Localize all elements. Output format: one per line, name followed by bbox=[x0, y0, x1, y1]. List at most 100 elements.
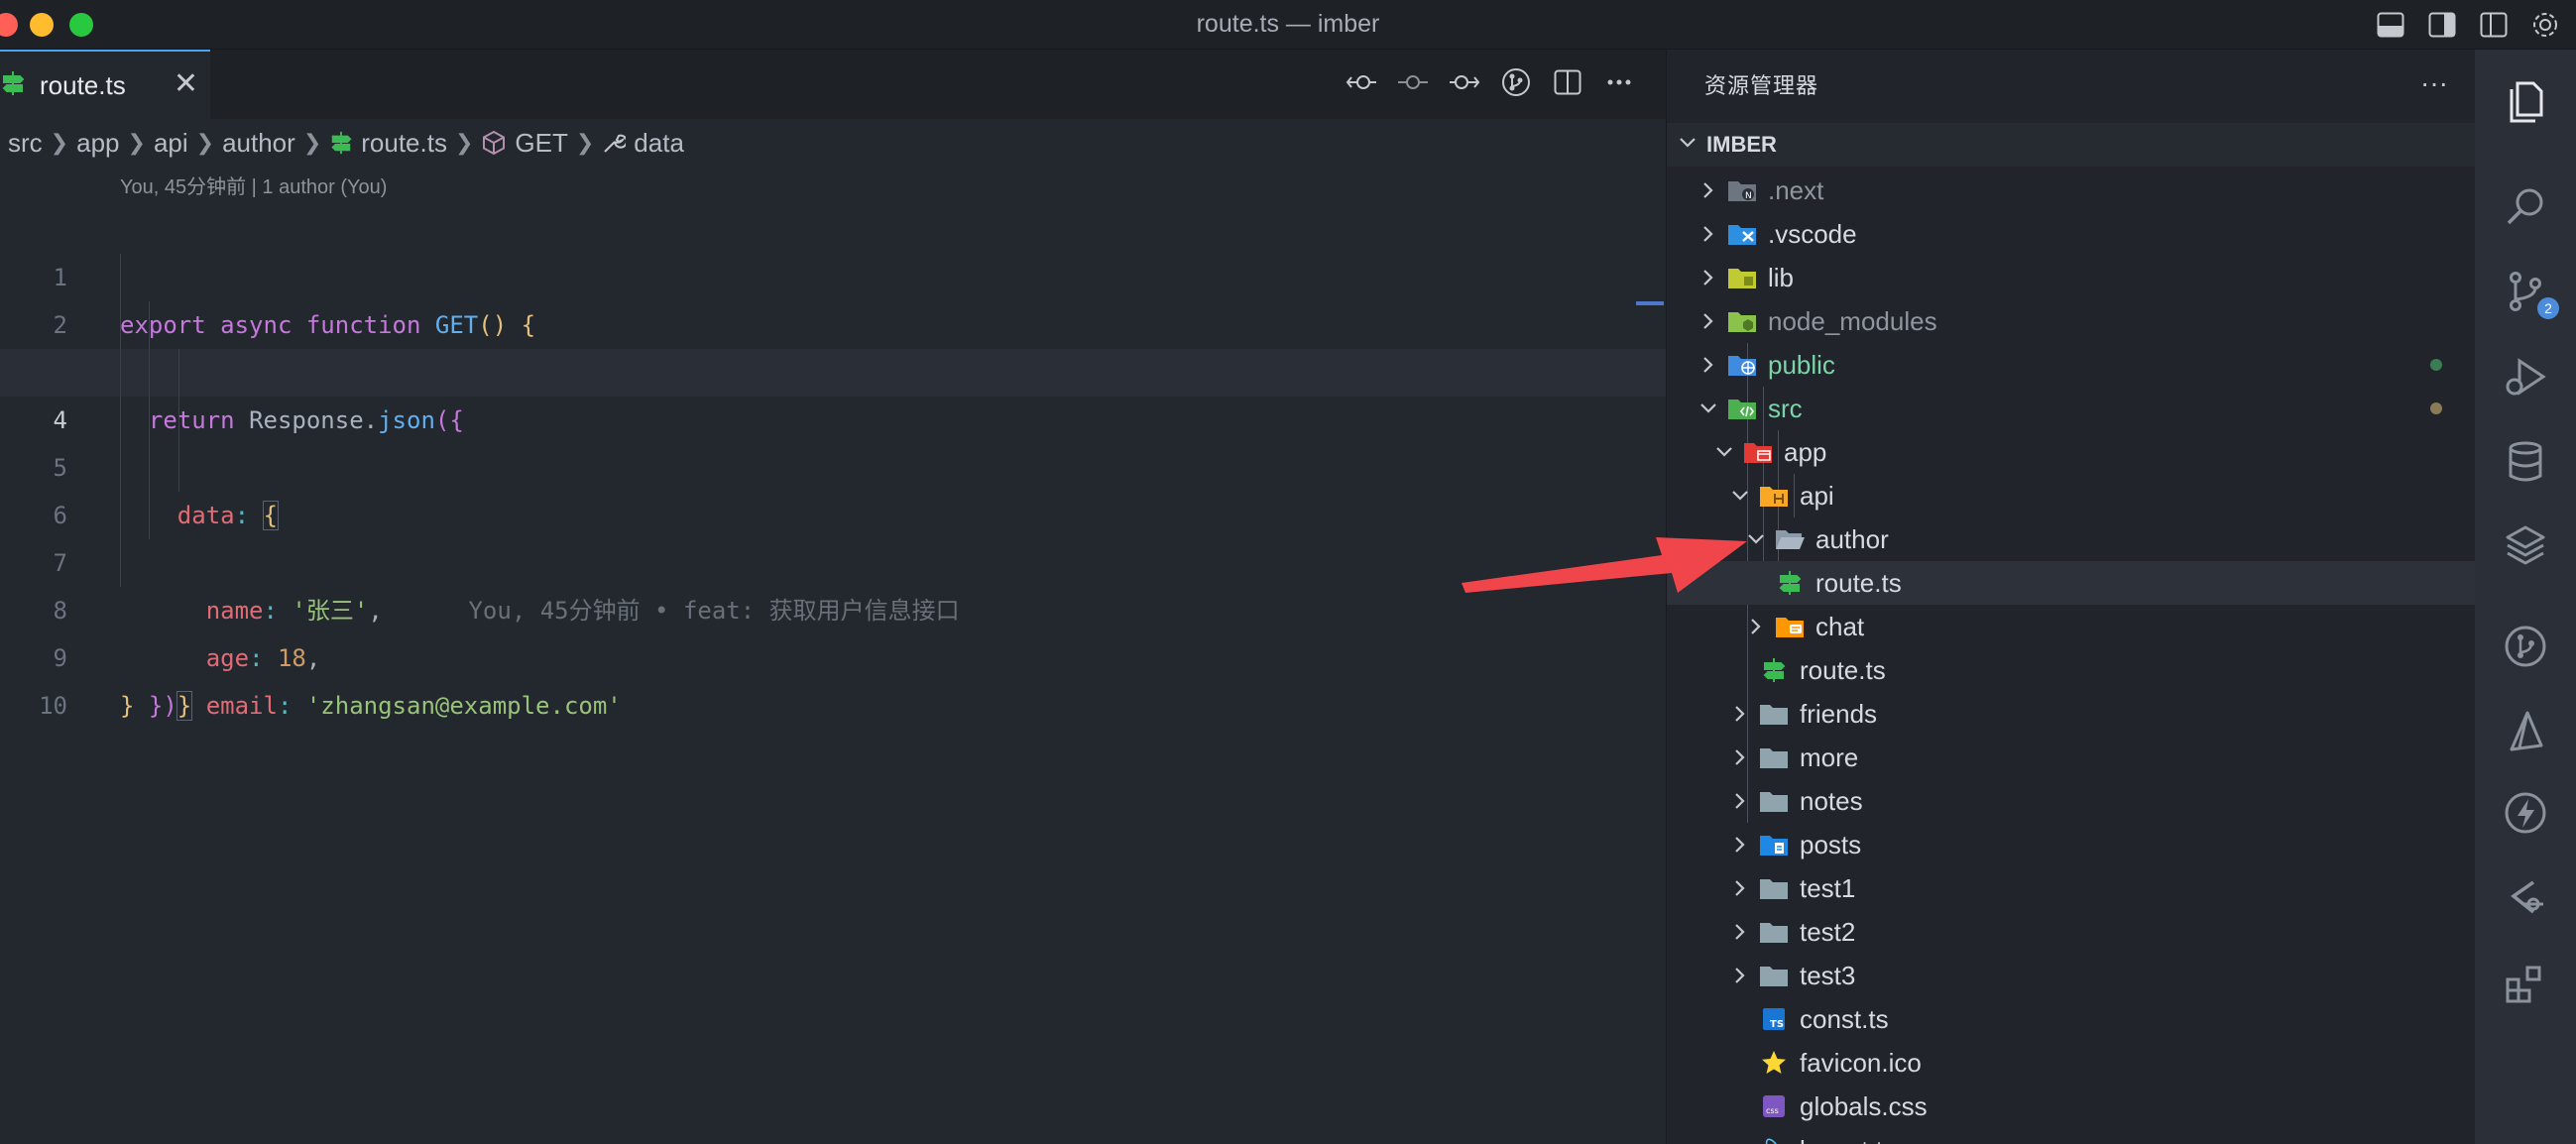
breadcrumb-app[interactable]: app bbox=[76, 128, 119, 159]
tree-item-app[interactable]: app bbox=[1667, 430, 2476, 474]
indent-guide bbox=[178, 444, 179, 492]
tree-item-const-ts[interactable]: TS const.ts bbox=[1667, 997, 2476, 1041]
code-token: } bbox=[120, 692, 135, 720]
tree-item-label: public bbox=[1768, 349, 1835, 380]
search-icon[interactable] bbox=[2498, 178, 2553, 234]
tree-item-chat[interactable]: chat bbox=[1667, 605, 2476, 648]
source-control-badge: 2 bbox=[2537, 297, 2559, 319]
tree-item-test3[interactable]: test3 bbox=[1667, 954, 2476, 997]
indent-guide bbox=[120, 301, 121, 349]
minimap-cursor-marker bbox=[1636, 301, 1664, 305]
tree-item-label: globals.css bbox=[1800, 1090, 1928, 1121]
chevron-right-icon bbox=[1695, 312, 1722, 330]
next-folder-icon: N bbox=[1726, 174, 1758, 206]
workspace-section-header[interactable]: IMBER bbox=[1667, 123, 2476, 167]
timeline-icon[interactable] bbox=[1396, 65, 1430, 99]
breadcrumb-api[interactable]: api bbox=[154, 128, 188, 159]
folder-icon bbox=[1758, 785, 1790, 817]
indent-guide bbox=[120, 444, 121, 492]
annotation-arrow bbox=[1462, 537, 1747, 593]
code-line: 3 data: { bbox=[0, 301, 1666, 530]
tree-item-posts[interactable]: posts bbox=[1667, 823, 2476, 866]
split-editor-icon[interactable] bbox=[1551, 65, 1584, 99]
code-token: 'zhangsan@example.com' bbox=[305, 692, 622, 720]
code-token: }) bbox=[148, 692, 177, 720]
ts-file-icon: TS bbox=[1758, 1003, 1790, 1035]
folder-icon bbox=[1758, 872, 1790, 904]
chevron-right-icon bbox=[1726, 748, 1754, 766]
lightning-icon[interactable] bbox=[2498, 785, 2553, 841]
tree-item-label: route.ts bbox=[1800, 654, 1886, 685]
breadcrumb-src[interactable]: src bbox=[8, 128, 43, 159]
chevron-right-icon bbox=[1726, 923, 1754, 941]
settings-gear-icon[interactable] bbox=[2528, 8, 2562, 42]
tree-item-test2[interactable]: test2 bbox=[1667, 910, 2476, 954]
chevron-down-icon bbox=[1710, 446, 1738, 458]
close-tab-icon[interactable]: ✕ bbox=[174, 69, 198, 99]
route-file-icon bbox=[0, 69, 26, 102]
extensions-icon[interactable] bbox=[2498, 956, 2553, 1011]
tree-item-node-modules[interactable]: node_modules bbox=[1667, 299, 2476, 343]
breadcrumb-symbol-get[interactable]: GET bbox=[481, 128, 568, 159]
breadcrumb-symbol-data-label: data bbox=[634, 127, 684, 158]
go-forward-change-icon[interactable] bbox=[1448, 65, 1481, 99]
tree-item-favicon[interactable]: favicon.ico bbox=[1667, 1041, 2476, 1085]
tree-item-friends[interactable]: friends bbox=[1667, 692, 2476, 736]
svg-text:N: N bbox=[1745, 191, 1752, 201]
run-debug-icon[interactable] bbox=[2498, 349, 2553, 404]
chevron-right-icon bbox=[1695, 225, 1722, 243]
tree-item-author[interactable]: author bbox=[1667, 517, 2476, 561]
source-control-icon[interactable]: 2 bbox=[2498, 264, 2559, 319]
folder-icon bbox=[1758, 960, 1790, 991]
prisma-icon[interactable] bbox=[2498, 704, 2553, 759]
tree-item-vscode[interactable]: .vscode bbox=[1667, 212, 2476, 256]
git-status-dot bbox=[2430, 359, 2442, 371]
tree-item-next[interactable]: N .next bbox=[1667, 169, 2476, 212]
explorer-more-button[interactable]: ··· bbox=[2420, 67, 2448, 99]
tree-item-route-ts-selected[interactable]: route.ts bbox=[1667, 561, 2476, 605]
indent-guide bbox=[178, 397, 179, 444]
code-line: 8 }) bbox=[0, 539, 1666, 720]
tree-item-notes[interactable]: notes bbox=[1667, 779, 2476, 823]
tree-item-label: route.ts bbox=[1815, 567, 1902, 598]
database-icon[interactable] bbox=[2498, 434, 2553, 490]
indent-guide bbox=[149, 301, 150, 349]
git-graph-icon[interactable] bbox=[2498, 619, 2553, 674]
tree-item-route-ts[interactable]: route.ts bbox=[1667, 648, 2476, 692]
tree-item-api[interactable]: api bbox=[1667, 474, 2476, 517]
tree-item-public[interactable]: public bbox=[1667, 343, 2476, 387]
wrench-icon bbox=[604, 134, 627, 153]
code-line: 10 bbox=[0, 634, 1666, 720]
chat-folder-icon bbox=[1774, 611, 1806, 642]
tree-item-lib[interactable]: lib bbox=[1667, 256, 2476, 299]
tree-item-label: notes bbox=[1800, 785, 1863, 816]
tree-item-label: chat bbox=[1815, 611, 1865, 641]
tree-item-globals-css[interactable]: css globals.css bbox=[1667, 1085, 2476, 1128]
go-back-change-icon[interactable] bbox=[1345, 65, 1378, 99]
code-line: 7 } bbox=[0, 492, 1666, 721]
tree-item-layout-tsx[interactable]: layout.tsx bbox=[1667, 1128, 2476, 1144]
editor-tab-route-ts[interactable]: route.ts ✕ bbox=[0, 50, 210, 119]
code-line: 1 export async function GET() { bbox=[0, 206, 1666, 339]
explorer-files-icon[interactable] bbox=[2498, 71, 2553, 127]
layers-icon[interactable] bbox=[2498, 517, 2553, 573]
folder-icon bbox=[1758, 698, 1790, 730]
chevron-right-icon bbox=[1726, 967, 1754, 984]
breadcrumb-symbol-data[interactable]: data bbox=[602, 128, 684, 159]
more-actions-icon[interactable] bbox=[1602, 65, 1636, 99]
tree-item-more[interactable]: more bbox=[1667, 736, 2476, 779]
breadcrumb-file[interactable]: route.ts bbox=[329, 128, 447, 159]
gitlens-icon[interactable] bbox=[2498, 870, 2553, 926]
tree-item-test1[interactable]: test1 bbox=[1667, 866, 2476, 910]
code-editor[interactable]: 1 export async function GET() { 2 return… bbox=[0, 206, 1666, 721]
tree-item-label: test2 bbox=[1800, 916, 1856, 947]
tree-item-label: const.ts bbox=[1800, 1003, 1889, 1034]
tree-item-src[interactable]: src bbox=[1667, 387, 2476, 430]
indent-guide bbox=[149, 492, 150, 539]
breadcrumb-author[interactable]: author bbox=[222, 128, 295, 159]
git-compare-icon[interactable] bbox=[1499, 65, 1533, 99]
toggle-secondary-sidebar-icon[interactable] bbox=[2425, 8, 2459, 42]
codelens-author-info[interactable]: You, 45分钟前 | 1 author (You) bbox=[120, 171, 387, 199]
toggle-panel-icon[interactable] bbox=[2374, 8, 2407, 42]
customize-layout-icon[interactable] bbox=[2477, 8, 2511, 42]
